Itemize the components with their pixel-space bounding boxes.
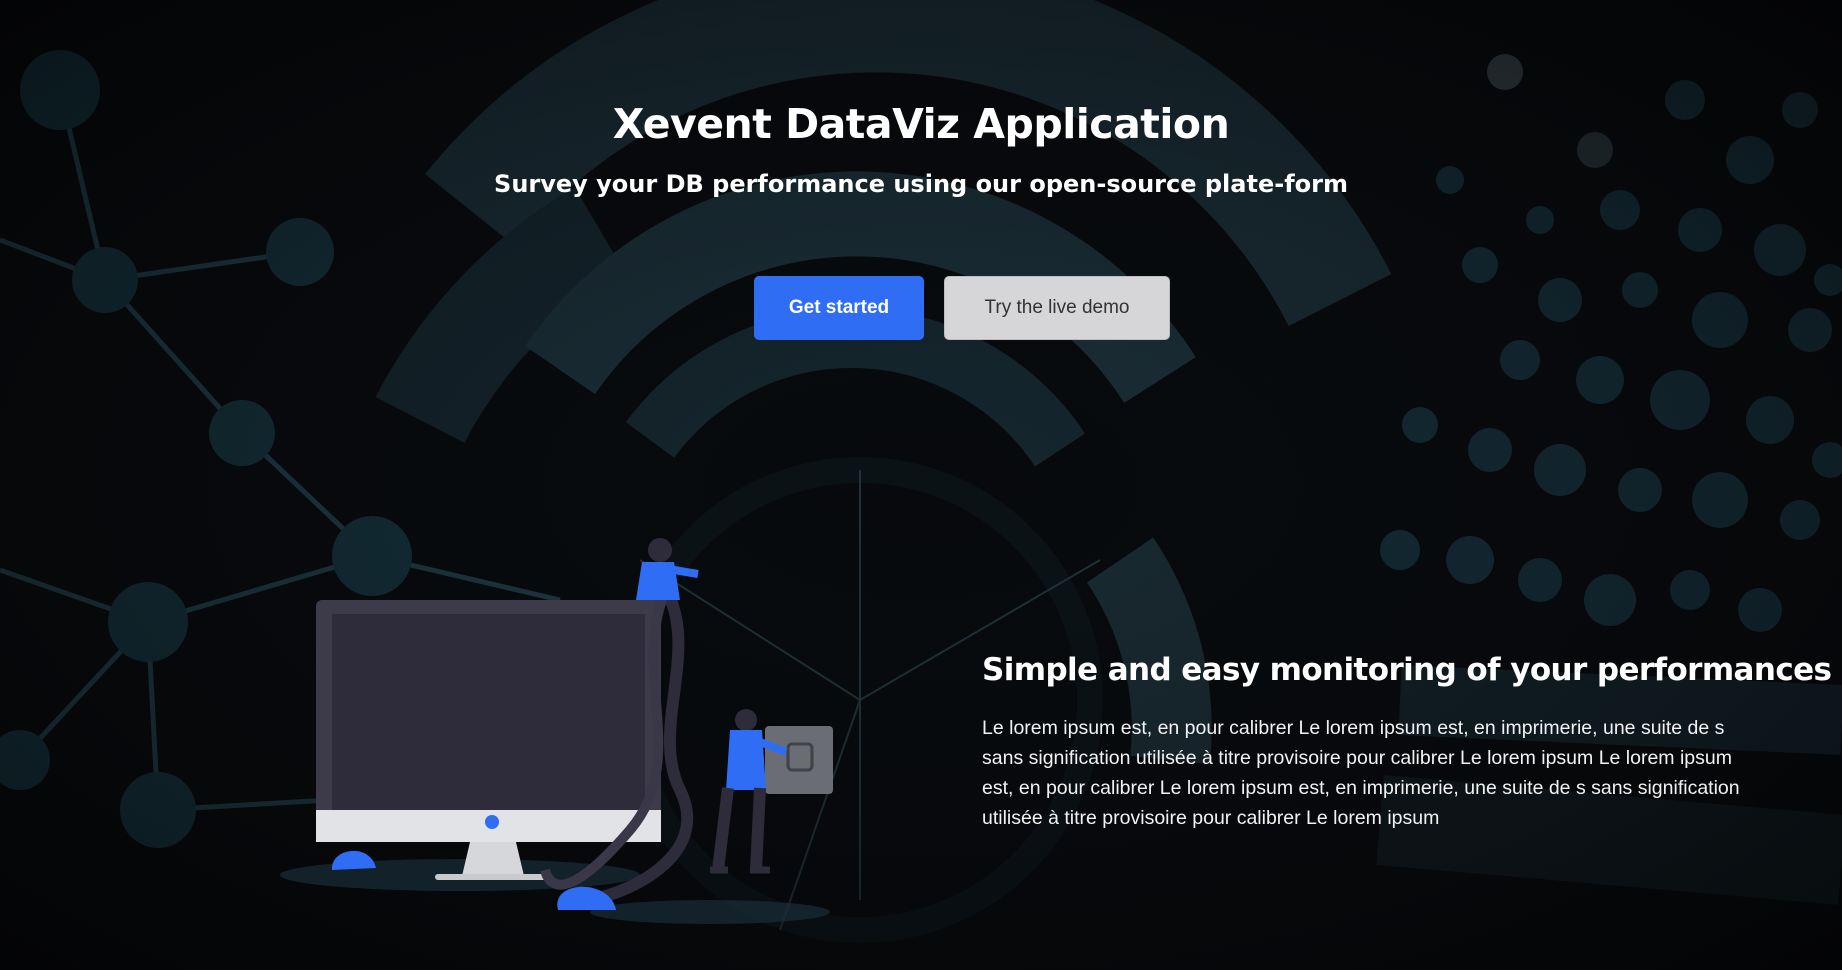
feature-description: Le lorem ipsum est, en pour calibrer Le …: [982, 717, 1740, 829]
feature-heading: Simple and easy monitoring of your perfo…: [982, 652, 1832, 688]
hero-subtitle: Survey your DB performance using our ope…: [494, 170, 1348, 198]
hero-title: Xevent DataViz Application: [612, 100, 1230, 148]
get-started-button[interactable]: Get started: [754, 276, 924, 340]
live-demo-button[interactable]: Try the live demo: [944, 276, 1170, 340]
computer-plug-illustration: [280, 538, 833, 924]
